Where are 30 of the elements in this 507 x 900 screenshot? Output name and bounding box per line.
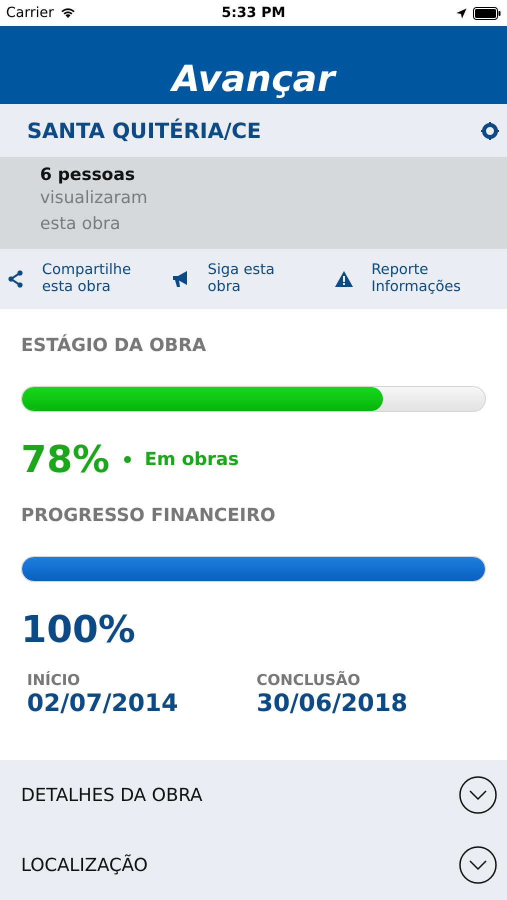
date-label: CONCLUSÃO [256, 671, 362, 689]
project-title: SANTA QUITÉRIA/CE [27, 118, 262, 142]
wifi-icon [60, 7, 76, 19]
action-link[interactable]: Siga esta obra [208, 262, 275, 296]
warning-icon[interactable] [335, 271, 354, 287]
share-icon[interactable] [8, 270, 24, 288]
action-link[interactable]: Compartilhe esta obra [42, 262, 132, 296]
status-dot-icon [124, 456, 131, 463]
section-heading: PROGRESSO FINANCEIRO [21, 505, 276, 526]
date-value: 30/06/2018 [256, 689, 409, 717]
views-caption: visualizaram esta obra [40, 187, 149, 236]
carrier-label: Carrier [6, 5, 54, 21]
views-count: 6 pessoas [40, 165, 136, 185]
location-arrow-icon [456, 8, 467, 18]
date-value: 02/07/2014 [27, 689, 180, 717]
battery-icon [473, 6, 501, 20]
chevron-circle-icon [459, 776, 497, 814]
app-logo: Avançar [172, 58, 335, 102]
clock-time: 5:33 PM [222, 5, 286, 21]
stage-percent: 78% [21, 438, 110, 481]
financial-percent: 100% [21, 608, 136, 651]
date-label: INÍCIO [27, 671, 82, 689]
stage-status: Em obras [144, 449, 239, 470]
section-heading: ESTÁGIO DA OBRA [21, 335, 206, 356]
accordion-row[interactable]: DETALHES DA OBRA [0, 760, 507, 830]
target-icon[interactable] [481, 122, 499, 140]
chevron-circle-icon [459, 846, 497, 884]
accordion-row[interactable]: LOCALIZAÇÃO [0, 830, 507, 900]
action-link[interactable]: Reporte Informações [371, 262, 461, 296]
megaphone-icon[interactable] [172, 270, 190, 288]
